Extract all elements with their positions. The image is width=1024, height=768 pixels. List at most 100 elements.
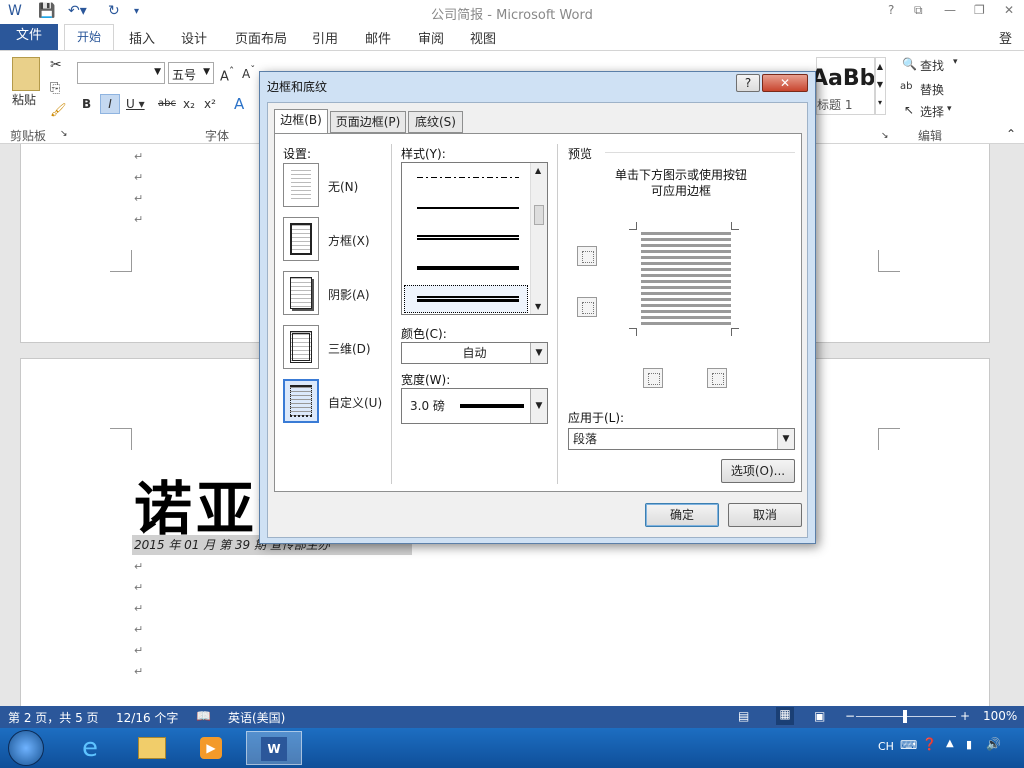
help-button[interactable]: ? [888,3,894,17]
language-indicator[interactable]: 英语(美国) [228,709,285,726]
zoom-level[interactable]: 100% [983,709,1017,723]
left-border-button[interactable] [643,368,663,388]
zoom-in-button[interactable]: + [960,709,970,723]
network-icon[interactable]: ▮ [966,738,972,751]
tab-insert[interactable]: 插入 [129,28,155,47]
style-option-double[interactable] [417,235,519,240]
read-mode-icon[interactable]: ▤ [738,709,749,723]
zoom-out-button[interactable]: − [845,709,855,723]
ok-button[interactable]: 确定 [645,503,719,527]
paste-icon[interactable] [12,57,40,91]
media-player-icon[interactable]: ▶ [184,731,236,765]
restore-button[interactable]: ❐ [974,3,985,17]
keyboard-icon[interactable]: ⌨ [900,738,917,752]
line-style-list[interactable]: ▲ ▼ [401,162,548,315]
find-icon[interactable]: 🔍 [902,57,917,71]
dialog-close-button[interactable]: ✕ [762,74,808,92]
word-taskbar-icon[interactable]: W [246,731,302,765]
tab-home[interactable]: 开始 [64,24,114,51]
style-option-dash-dot[interactable] [417,177,519,178]
setting-none[interactable]: 无(N) [328,178,358,195]
ribbon-tabs: 文件 开始 插入 设计 页面布局 引用 邮件 审阅 视图 登录 [0,24,1024,66]
close-window-button[interactable]: ✕ [1004,3,1014,17]
word-count[interactable]: 12/16 个字 [116,709,178,726]
apply-to-select[interactable]: 段落 ▼ [568,428,795,450]
setting-none-icon[interactable] [283,163,319,207]
tab-page-borders[interactable]: 页面边框(P) [330,111,406,133]
zoom-slider-thumb[interactable] [903,710,907,723]
font-name-input[interactable]: ▼ [77,62,165,84]
style-list-scrollbar[interactable]: ▲ ▼ [530,163,547,314]
tray-expand-icon[interactable]: ▲ [946,738,954,749]
replace-icon[interactable]: ab [900,81,912,92]
format-painter-icon[interactable]: 🖌 [50,103,67,118]
setting-custom[interactable]: 自定义(U) [328,394,382,411]
color-select[interactable]: 自动 ▼ [401,342,548,364]
ime-indicator[interactable]: CH [878,740,894,753]
print-layout-icon[interactable]: ▦ [776,707,794,725]
tab-references[interactable]: 引用 [312,28,338,47]
select-button[interactable]: 选择 [920,103,944,120]
tab-shading[interactable]: 底纹(S) [408,111,463,133]
setting-shadow[interactable]: 阴影(A) [328,286,370,303]
right-border-button[interactable] [707,368,727,388]
page-count[interactable]: 第 2 页，共 5 页 [8,709,99,726]
minimize-button[interactable]: — [944,3,956,17]
options-button[interactable]: 选项(O)... [721,459,795,483]
strikethrough-button[interactable]: abc [158,98,176,109]
find-dropdown-icon[interactable]: ▾ [953,57,958,67]
copy-icon[interactable]: ⎘ [50,81,60,96]
text-effects-icon[interactable]: A [234,95,244,113]
style-option-thick[interactable] [417,266,519,270]
shrink-font-icon[interactable]: Aˇ [242,65,255,81]
font-size-input[interactable]: 五号 ▼ [168,62,214,84]
find-button[interactable]: 查找 [920,57,944,74]
superscript-button[interactable]: x² [204,97,216,111]
width-select[interactable]: 3.0 磅 ▼ [401,388,548,424]
tab-view[interactable]: 视图 [470,28,496,47]
setting-shadow-icon[interactable] [283,271,319,315]
explorer-icon[interactable] [124,731,176,765]
collapse-ribbon-icon[interactable]: ⌃ [1006,127,1016,141]
subscript-button[interactable]: x₂ [183,97,195,111]
cancel-button[interactable]: 取消 [728,503,802,527]
style-option-thin[interactable] [417,207,519,209]
setting-box-icon[interactable] [283,217,319,261]
preview-area[interactable] [629,222,739,336]
web-layout-icon[interactable]: ▣ [814,709,825,723]
dialog-help-button[interactable]: ? [736,74,760,92]
cut-icon[interactable]: ✂ [50,57,62,73]
volume-icon[interactable]: 🔊 [986,737,1001,751]
setting-box[interactable]: 方框(X) [328,232,370,249]
bold-button[interactable]: B [82,97,91,111]
underline-button[interactable]: U ▾ [126,97,145,111]
start-button-icon[interactable] [8,730,44,766]
clipboard-launcher-icon[interactable]: ↘ [60,129,68,139]
tab-mailings[interactable]: 邮件 [365,28,391,47]
setting-3d-icon[interactable] [283,325,319,369]
italic-button[interactable]: I [100,94,120,114]
select-icon[interactable]: ↖ [904,103,914,117]
tab-design[interactable]: 设计 [181,28,207,47]
styles-launcher-icon[interactable]: ↘ [881,131,889,141]
top-border-button[interactable] [577,246,597,266]
bottom-border-button[interactable] [577,297,597,317]
tab-page-layout[interactable]: 页面布局 [235,28,287,47]
replace-button[interactable]: 替换 [920,81,944,98]
ie-icon[interactable]: e [64,731,116,765]
style-gallery-scroll[interactable]: ▲ ▼ ▾ [874,57,886,115]
grow-font-icon[interactable]: Aˆ [220,65,234,84]
setting-custom-icon[interactable] [283,379,319,423]
tab-file[interactable]: 文件 [0,24,58,50]
proofing-icon[interactable]: 📖 [196,709,211,723]
document-heading[interactable]: 诺亚涉 [134,462,264,546]
style-option-thick-thin[interactable] [417,296,519,302]
paste-button[interactable]: 粘贴 [12,91,36,108]
ribbon-options-icon[interactable]: ⧉ [914,3,923,18]
help-tray-icon[interactable]: ❓ [922,737,937,751]
style-gallery[interactable]: AaBb 标题 1 [811,57,876,115]
setting-3d[interactable]: 三维(D) [328,340,371,357]
tab-borders[interactable]: 边框(B) [274,109,328,133]
select-dropdown-icon[interactable]: ▾ [947,104,952,114]
tab-review[interactable]: 审阅 [418,28,444,47]
